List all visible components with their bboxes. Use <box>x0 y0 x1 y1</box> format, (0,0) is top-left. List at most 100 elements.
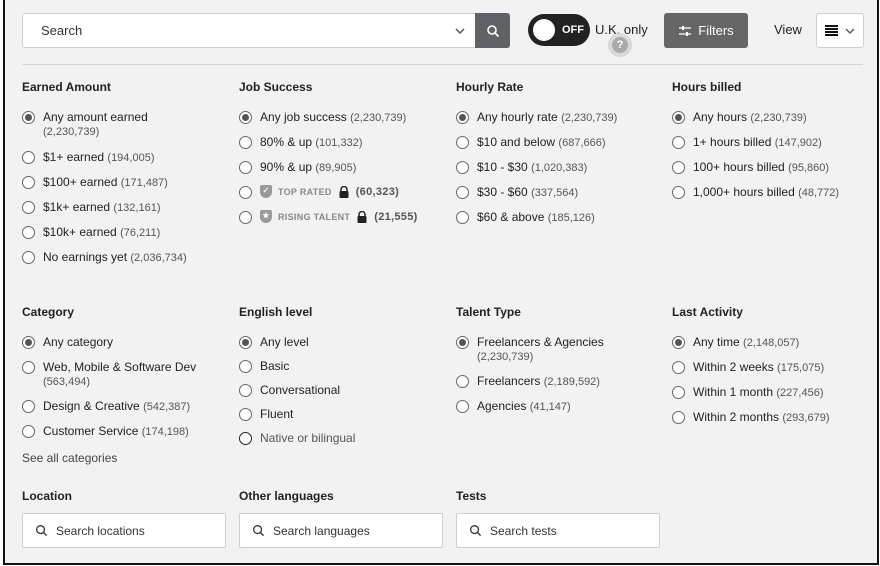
help-icon[interactable]: ? <box>608 33 632 57</box>
radio-button[interactable] <box>22 251 35 264</box>
category-option-any[interactable]: Any category <box>22 335 234 349</box>
languages-search-input[interactable]: Search languages <box>239 513 443 548</box>
hourly-option-any[interactable]: Any hourly rate (2,230,739) <box>456 110 661 124</box>
radio-button[interactable] <box>239 186 252 199</box>
earned-option-10k[interactable]: $10k+ earned (76,211) <box>22 225 227 239</box>
hourly-rate-group: Hourly Rate Any hourly rate (2,230,739) … <box>456 80 661 224</box>
radio-button[interactable] <box>239 408 252 421</box>
filters-button[interactable]: Filters <box>664 13 748 48</box>
hourly-option-10-30[interactable]: $10 - $30 (1,020,383) <box>456 160 661 174</box>
activity-option-1-month[interactable]: Within 1 month (227,456) <box>672 385 877 399</box>
option-count: (2,230,739) <box>477 351 534 363</box>
activity-option-any[interactable]: Any time (2,148,057) <box>672 335 877 349</box>
job-success-option-top-rated[interactable]: ✓ TOP RATED (60,323) <box>239 185 451 199</box>
english-option-any[interactable]: Any level <box>239 335 444 349</box>
radio-button[interactable] <box>456 400 469 413</box>
option-label: Conversational <box>260 383 341 397</box>
radio-button[interactable] <box>672 111 685 124</box>
option-label: Freelancers <box>477 374 541 388</box>
earned-option-none[interactable]: No earnings yet (2,036,734) <box>22 250 227 264</box>
category-option-web-mobile[interactable]: Web, Mobile & Software Dev (563,494) <box>22 360 234 388</box>
radio-button[interactable] <box>22 111 35 124</box>
radio-button[interactable] <box>672 386 685 399</box>
talent-option-freelancers-agencies[interactable]: Freelancers & Agencies (2,230,739) <box>456 335 661 363</box>
radio-button[interactable] <box>22 176 35 189</box>
activity-option-2-weeks[interactable]: Within 2 weeks (175,075) <box>672 360 877 374</box>
radio-button[interactable] <box>456 211 469 224</box>
radio-button[interactable] <box>672 136 685 149</box>
tests-heading: Tests <box>456 489 487 503</box>
earned-option-1k[interactable]: $1k+ earned (132,161) <box>22 200 227 214</box>
option-count: (171,487) <box>120 177 168 189</box>
category-option-customer-service[interactable]: Customer Service (174,198) <box>22 424 234 438</box>
option-count: (563,494) <box>43 376 91 388</box>
radio-button[interactable] <box>239 161 252 174</box>
talent-option-agencies[interactable]: Agencies (41,147) <box>456 399 661 413</box>
earned-option-100[interactable]: $100+ earned (171,487) <box>22 175 227 189</box>
radio-button[interactable] <box>239 211 252 224</box>
option-count: (60,323) <box>355 185 400 198</box>
radio-button[interactable] <box>672 186 685 199</box>
radio-button[interactable] <box>22 201 35 214</box>
option-label: TOP RATED <box>278 186 332 197</box>
see-all-categories-link[interactable]: See all categories <box>22 451 234 465</box>
radio-button[interactable] <box>672 411 685 424</box>
radio-button[interactable] <box>456 375 469 388</box>
hours-option-1000[interactable]: 1,000+ hours billed (48,772) <box>672 185 877 199</box>
radio-button[interactable] <box>239 111 252 124</box>
location-search-input[interactable]: Search locations <box>22 513 226 548</box>
hourly-option-30-60[interactable]: $30 - $60 (337,564) <box>456 185 661 199</box>
radio-button[interactable] <box>22 336 35 349</box>
radio-button[interactable] <box>239 336 252 349</box>
job-success-option-80[interactable]: 80% & up (101,332) <box>239 135 451 149</box>
english-option-fluent[interactable]: Fluent <box>239 407 444 421</box>
english-option-basic[interactable]: Basic <box>239 359 444 373</box>
radio-button[interactable] <box>239 432 252 445</box>
option-text: $1+ earned (194,005) <box>43 150 155 164</box>
radio-button[interactable] <box>456 161 469 174</box>
radio-button[interactable] <box>672 336 685 349</box>
radio-button[interactable] <box>22 361 35 374</box>
search-button[interactable] <box>475 13 510 48</box>
option-text: $10k+ earned (76,211) <box>43 225 160 239</box>
radio-button[interactable] <box>239 360 252 373</box>
view-dropdown[interactable] <box>816 13 864 48</box>
hours-option-any[interactable]: Any hours (2,230,739) <box>672 110 877 124</box>
radio-button[interactable] <box>22 400 35 413</box>
radio-button[interactable] <box>239 384 252 397</box>
radio-button[interactable] <box>456 136 469 149</box>
option-count: (2,230,739) <box>750 112 807 124</box>
radio-button[interactable] <box>22 151 35 164</box>
hours-option-100[interactable]: 100+ hours billed (95,860) <box>672 160 877 174</box>
help-glyph: ? <box>612 37 628 53</box>
radio-button[interactable] <box>456 111 469 124</box>
category-option-design[interactable]: Design & Creative (542,387) <box>22 399 234 413</box>
radio-button[interactable] <box>456 336 469 349</box>
search-input[interactable]: Search <box>22 13 510 48</box>
tests-search-input[interactable]: Search tests <box>456 513 660 548</box>
chevron-down-icon[interactable] <box>453 24 467 38</box>
radio-button[interactable] <box>22 425 35 438</box>
earned-option-any[interactable]: Any amount earned (2,230,739) <box>22 110 227 138</box>
hourly-option-60-above[interactable]: $60 & above (185,126) <box>456 210 661 224</box>
job-success-option-rising-talent[interactable]: ★ RISING TALENT (21,555) <box>239 210 451 224</box>
activity-option-2-months[interactable]: Within 2 months (293,679) <box>672 410 877 424</box>
radio-button[interactable] <box>456 186 469 199</box>
english-option-native[interactable]: Native or bilingual <box>239 431 444 445</box>
radio-button[interactable] <box>239 136 252 149</box>
job-success-option-any[interactable]: Any job success (2,230,739) <box>239 110 451 124</box>
hourly-option-10-below[interactable]: $10 and below (687,666) <box>456 135 661 149</box>
star-badge-icon: ★ <box>260 210 272 223</box>
option-label: 90% & up <box>260 160 313 174</box>
option-label: $1+ earned <box>43 150 105 164</box>
english-option-conversational[interactable]: Conversational <box>239 383 444 397</box>
uk-only-toggle[interactable]: OFF <box>528 14 590 46</box>
job-success-option-90[interactable]: 90% & up (89,905) <box>239 160 451 174</box>
radio-button[interactable] <box>672 361 685 374</box>
radio-button[interactable] <box>672 161 685 174</box>
talent-option-freelancers[interactable]: Freelancers (2,189,592) <box>456 374 661 388</box>
hours-option-1[interactable]: 1+ hours billed (147,902) <box>672 135 877 149</box>
radio-button[interactable] <box>22 226 35 239</box>
option-count: (2,230,739) <box>43 126 100 138</box>
earned-option-1[interactable]: $1+ earned (194,005) <box>22 150 227 164</box>
